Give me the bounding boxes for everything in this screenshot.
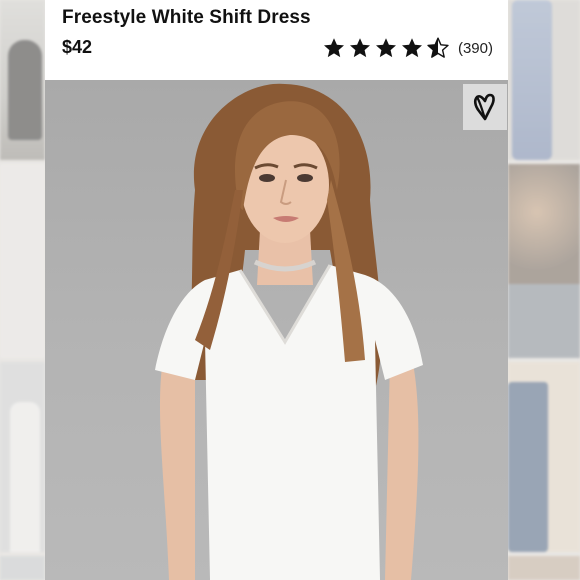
- review-count[interactable]: (390): [458, 40, 493, 57]
- background-tile: [508, 164, 580, 358]
- background-tile: [508, 362, 580, 552]
- heart-outline-icon: [473, 93, 495, 121]
- product-photo[interactable]: [45, 80, 508, 580]
- star-icon: [374, 36, 398, 60]
- star-icon: [400, 36, 424, 60]
- background-tile: [0, 556, 45, 580]
- background-tile: [508, 556, 580, 580]
- product-title[interactable]: Freestyle White Shift Dress: [62, 7, 311, 29]
- background-tile: [508, 0, 580, 160]
- product-card[interactable]: Freestyle White Shift Dress $42 (390): [45, 0, 508, 580]
- background-tile: [0, 362, 45, 552]
- star-icon: [348, 36, 372, 60]
- star-half-icon: [426, 36, 450, 60]
- product-header: Freestyle White Shift Dress $42 (390): [45, 0, 508, 80]
- star-icon: [322, 36, 346, 60]
- product-rating[interactable]: (390): [322, 36, 493, 60]
- background-tile: [0, 164, 45, 358]
- product-price: $42: [62, 37, 93, 57]
- background-tile: [0, 0, 45, 160]
- model-illustration: [155, 83, 423, 580]
- favorite-button[interactable]: [463, 84, 507, 130]
